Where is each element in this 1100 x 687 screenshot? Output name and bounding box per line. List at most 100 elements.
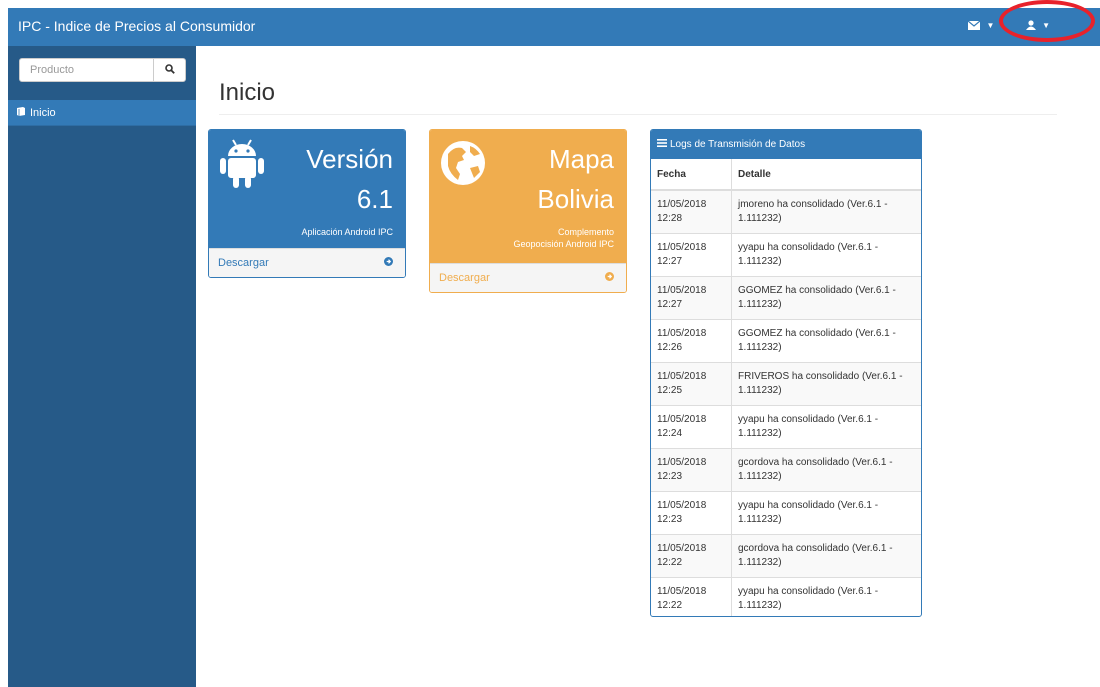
log-date: 11/05/2018 bbox=[657, 242, 707, 253]
log-time: 12:28 bbox=[657, 213, 683, 224]
sidebar-item-label: Inicio bbox=[30, 106, 56, 119]
log-fecha-cell: 11/05/2018 12:26 bbox=[651, 319, 732, 363]
download-label: Descargar bbox=[218, 257, 269, 269]
table-row: 11/05/2018 12:23 yyapu ha consolidado (Ver… bbox=[651, 491, 921, 535]
map-title-line2: Bolivia bbox=[537, 184, 614, 214]
messages-dropdown[interactable]: ▼ bbox=[967, 19, 995, 33]
table-row: 11/05/2018 12:25 FRIVEROS ha consolidado (… bbox=[651, 362, 921, 406]
log-fecha-cell: 11/05/2018 12:22 bbox=[651, 577, 732, 616]
log-detalle-cell: jmoreno ha consolidado (Ver.6.1 - 1.11123… bbox=[731, 189, 921, 234]
log-fecha-cell: 11/05/2018 12:24 bbox=[651, 405, 732, 449]
arrow-circle-right-icon bbox=[384, 257, 393, 269]
map-card-body: Mapa Bolivia Complemento Geopocisión And… bbox=[430, 130, 626, 265]
download-map-link[interactable]: Descargar bbox=[430, 263, 626, 292]
log-detail-line1: yyapu ha consolidado (Ver.6.1 - bbox=[738, 414, 879, 425]
log-time: 12:26 bbox=[657, 342, 683, 353]
version-number: 6.1 bbox=[356, 184, 393, 214]
log-fecha-cell: 11/05/2018 12:27 bbox=[651, 276, 732, 320]
search-icon bbox=[164, 61, 175, 79]
log-detail-line1: GGOMEZ ha consolidado (Ver.6.1 - bbox=[738, 328, 896, 339]
log-fecha-cell: 11/05/2018 12:23 bbox=[651, 448, 732, 492]
log-time: 12:23 bbox=[657, 514, 683, 525]
product-search-input[interactable] bbox=[20, 59, 154, 81]
log-date: 11/05/2018 bbox=[657, 543, 707, 554]
log-detalle-cell: yyapu ha consolidado (Ver.6.1 - 1.111232) bbox=[731, 233, 921, 277]
version-card: Versión 6.1 Aplicación Android IPC Desca… bbox=[208, 129, 406, 278]
log-detail-line2: 1.111232) bbox=[738, 514, 782, 525]
log-date: 11/05/2018 bbox=[657, 371, 707, 382]
log-detail-line1: GGOMEZ ha consolidado (Ver.6.1 - bbox=[738, 285, 896, 296]
map-title: Mapa bbox=[548, 144, 614, 174]
column-header-fecha: Fecha bbox=[651, 159, 732, 191]
log-detail-line2: 1.111232) bbox=[738, 299, 782, 310]
log-fecha-cell: 11/05/2018 12:27 bbox=[651, 233, 732, 277]
log-date: 11/05/2018 bbox=[657, 285, 707, 296]
sidebar-item-inicio[interactable]: Inicio bbox=[8, 100, 196, 126]
log-date: 11/05/2018 bbox=[657, 328, 707, 339]
version-subtitle: Aplicación Android IPC bbox=[301, 227, 393, 237]
download-label: Descargar bbox=[439, 272, 490, 284]
version-title: Versión bbox=[306, 144, 393, 174]
log-detalle-cell: yyapu ha consolidado (Ver.6.1 - 1.111232) bbox=[731, 405, 921, 449]
globe-icon bbox=[440, 140, 486, 191]
log-fecha-cell: 11/05/2018 12:22 bbox=[651, 534, 732, 578]
log-fecha-cell: 11/05/2018 12:28 bbox=[651, 189, 732, 234]
envelope-icon bbox=[967, 19, 983, 33]
table-row: 11/05/2018 12:27 GGOMEZ ha consolidado (Ve… bbox=[651, 276, 921, 320]
search-button[interactable] bbox=[153, 59, 185, 81]
log-fecha-cell: 11/05/2018 12:23 bbox=[651, 491, 732, 535]
log-detail-line1: gcordova ha consolidado (Ver.6.1 - bbox=[738, 543, 893, 554]
sidebar: Inicio bbox=[8, 46, 196, 687]
log-detail-line2: 1.111232) bbox=[738, 600, 782, 611]
transmission-logs-panel: Logs de Transmisión de Datos Fecha Detal… bbox=[650, 129, 922, 617]
arrow-circle-right-icon bbox=[605, 272, 614, 284]
logs-title: Logs de Transmisión de Datos bbox=[670, 139, 806, 150]
log-date: 11/05/2018 bbox=[657, 500, 707, 511]
map-subtitle-line2: Geopocisión Android IPC bbox=[513, 239, 614, 249]
version-card-body: Versión 6.1 Aplicación Android IPC bbox=[209, 130, 405, 250]
caret-down-icon: ▼ bbox=[986, 21, 995, 30]
log-detalle-cell: GGOMEZ ha consolidado (Ver.6.1 - 1.111232… bbox=[731, 276, 921, 320]
log-time: 12:27 bbox=[657, 256, 683, 267]
log-detail-line2: 1.111232) bbox=[738, 385, 782, 396]
log-detail-line2: 1.111232) bbox=[738, 428, 782, 439]
logs-table-body: 11/05/2018 12:28 jmoreno ha consolidado (V… bbox=[651, 189, 921, 616]
log-detalle-cell: gcordova ha consolidado (Ver.6.1 - 1.1112… bbox=[731, 534, 921, 578]
log-detail-line1: yyapu ha consolidado (Ver.6.1 - bbox=[738, 586, 879, 597]
table-row: 11/05/2018 12:23 gcordova ha consolidado (… bbox=[651, 448, 921, 492]
log-time: 12:24 bbox=[657, 428, 683, 439]
log-time: 12:25 bbox=[657, 385, 683, 396]
log-detail-line2: 1.111232) bbox=[738, 557, 782, 568]
app-title[interactable]: IPC - Indice de Precios al Consumidor bbox=[18, 18, 255, 34]
title-divider bbox=[219, 114, 1057, 115]
log-detalle-cell: GGOMEZ ha consolidado (Ver.6.1 - 1.111232… bbox=[731, 319, 921, 363]
log-fecha-cell: 11/05/2018 12:25 bbox=[651, 362, 732, 406]
log-detalle-cell: FRIVEROS ha consolidado (Ver.6.1 - 1.1112… bbox=[731, 362, 921, 406]
log-detail-line2: 1.111232) bbox=[738, 213, 782, 224]
column-header-detalle: Detalle bbox=[731, 159, 921, 191]
logs-header: Logs de Transmisión de Datos bbox=[651, 130, 921, 159]
table-row: 11/05/2018 12:27 yyapu ha consolidado (Ver… bbox=[651, 233, 921, 277]
log-detalle-cell: gcordova ha consolidado (Ver.6.1 - 1.1112… bbox=[731, 448, 921, 492]
log-date: 11/05/2018 bbox=[657, 414, 707, 425]
map-subtitle-line1: Complemento bbox=[557, 227, 614, 237]
log-detail-line1: FRIVEROS ha consolidado (Ver.6.1 - bbox=[738, 371, 903, 382]
search-group bbox=[19, 58, 186, 82]
logs-table: Fecha Detalle 11/05/2018 12:28 jmoreno ha … bbox=[651, 159, 921, 616]
log-date: 11/05/2018 bbox=[657, 199, 707, 210]
log-time: 12:23 bbox=[657, 471, 683, 482]
table-row: 11/05/2018 12:26 GGOMEZ ha consolidado (Ve… bbox=[651, 319, 921, 363]
list-icon bbox=[657, 139, 670, 150]
highlight-annotation-circle bbox=[999, 0, 1095, 42]
log-detail-line1: yyapu ha consolidado (Ver.6.1 - bbox=[738, 242, 879, 253]
download-app-link[interactable]: Descargar bbox=[209, 248, 405, 277]
log-detail-line2: 1.111232) bbox=[738, 256, 782, 267]
table-row: 11/05/2018 12:22 yyapu ha consolidado (Ver… bbox=[651, 577, 921, 616]
book-icon bbox=[16, 106, 30, 119]
top-navbar: IPC - Indice de Precios al Consumidor ▼ … bbox=[8, 8, 1100, 46]
android-icon bbox=[219, 138, 265, 195]
map-card: Mapa Bolivia Complemento Geopocisión And… bbox=[429, 129, 627, 293]
page-title: Inicio bbox=[219, 79, 276, 106]
log-detalle-cell: yyapu ha consolidado (Ver.6.1 - 1.111232) bbox=[731, 577, 921, 616]
log-detalle-cell: yyapu ha consolidado (Ver.6.1 - 1.111232) bbox=[731, 491, 921, 535]
